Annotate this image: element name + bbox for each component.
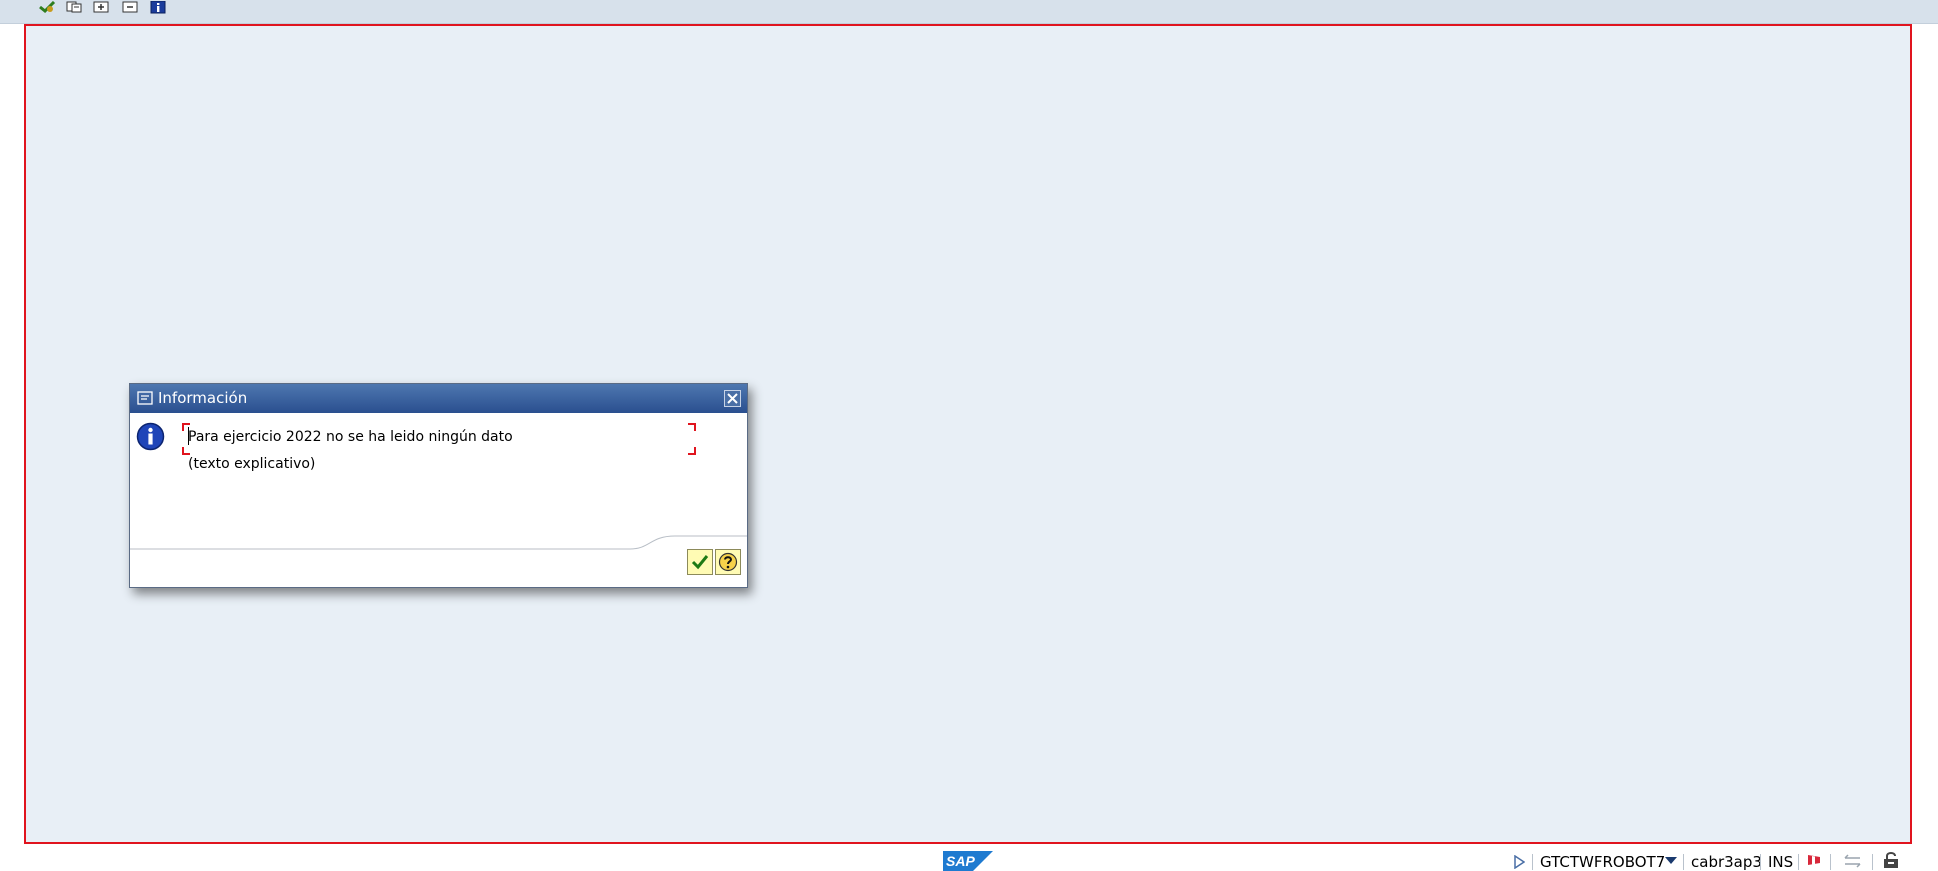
chevron-down-icon[interactable] [1665, 857, 1677, 865]
close-icon[interactable] [724, 390, 741, 407]
separator [1798, 854, 1799, 870]
message-explanatory-text[interactable]: (texto explicativo) [188, 456, 315, 472]
sap-logo: SAP [943, 851, 993, 871]
separator [1683, 854, 1684, 870]
server-name: cabr3ap3 [1691, 853, 1762, 871]
svg-text:SAP: SAP [946, 853, 975, 869]
message-text: Para ejercicio 2022 no se ha leido ningú… [188, 429, 513, 445]
lock-icon[interactable] [1882, 851, 1902, 869]
info-circle-icon [136, 422, 165, 451]
continue-check-icon [691, 555, 709, 570]
separator [1532, 854, 1533, 870]
check-green-icon[interactable] [37, 0, 57, 14]
continue-button[interactable] [687, 549, 713, 575]
expand-icon[interactable] [91, 0, 111, 14]
play-triangle-icon[interactable] [1513, 855, 1525, 869]
separator [1830, 854, 1831, 870]
help-icon [718, 552, 738, 572]
dialog-body: Para ejercicio 2022 no se ha leido ningú… [130, 413, 747, 587]
dialog-window-icon [137, 391, 153, 405]
footer-divider [130, 535, 747, 550]
focus-corner-bottom-right [688, 447, 696, 455]
application-toolbar [0, 0, 1938, 24]
transfer-arrows-icon[interactable] [1843, 853, 1863, 869]
focus-corner-bottom-left [182, 447, 190, 455]
focus-corner-top-right [688, 423, 696, 431]
sap-flag-icon[interactable] [1806, 853, 1822, 869]
dialog-title: Información [158, 389, 248, 407]
dialog-title-bar[interactable]: Información [130, 384, 747, 413]
information-dialog: Información Para ejercicio 2022 no se ha… [129, 383, 748, 588]
copy-icon[interactable] [64, 0, 84, 14]
system-name: GTCTWFROBOT7 [1540, 853, 1666, 871]
separator [1760, 854, 1761, 870]
info-icon[interactable] [148, 0, 168, 14]
help-button[interactable] [715, 549, 741, 575]
separator [1872, 854, 1873, 870]
collapse-icon[interactable] [120, 0, 140, 14]
insert-mode: INS [1768, 853, 1794, 871]
